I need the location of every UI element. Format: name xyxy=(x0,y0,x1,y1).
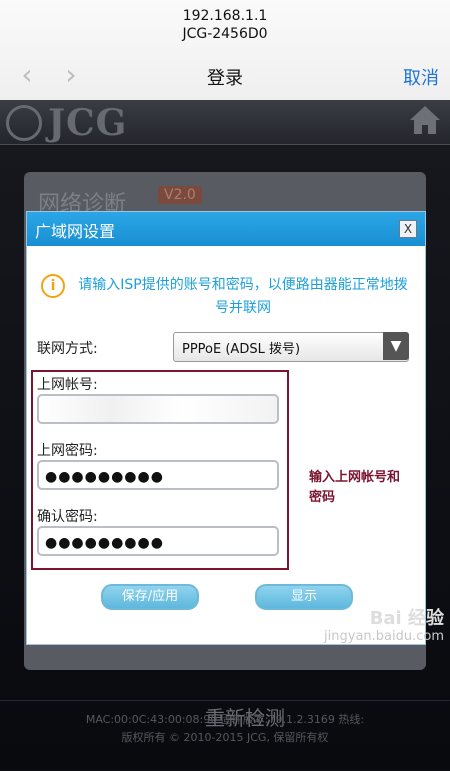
host-address: 192.168.1.1 xyxy=(182,8,268,24)
account-label: 上网帐号: xyxy=(37,377,98,393)
connection-mode-select[interactable]: PPPoE (ADSL 拨号) ▼ xyxy=(173,332,409,362)
browser-topbar: 192.168.1.1 JCG-2456D0 ‹ › 登录 取消 xyxy=(0,0,450,101)
brand-bar: JCG xyxy=(0,100,450,145)
close-icon[interactable]: X xyxy=(399,220,417,238)
dropdown-arrow-icon: ▼ xyxy=(383,332,409,360)
logo-ring-icon xyxy=(6,105,42,141)
connection-mode-value: PPPoE (ADSL 拨号) xyxy=(182,342,301,357)
save-apply-button[interactable]: 保存/应用 xyxy=(101,584,199,610)
footer: MAC:00:0C:43:00:08:90 固件版本:79.1.2.3169 热… xyxy=(0,700,450,771)
wan-settings-dialog: 广域网设置 X i 请输入ISP提供的账号和密码，以便路由器能正常地拨号并联网 … xyxy=(26,211,426,645)
info-message: 请输入ISP提供的账号和密码，以便路由器能正常地拨号并联网 xyxy=(78,277,408,316)
password-input[interactable]: ●●●●●●●●● xyxy=(37,460,279,490)
logo-text: JCG xyxy=(48,102,128,144)
password-label: 上网密码: xyxy=(37,443,98,459)
show-button[interactable]: 显示 xyxy=(255,584,353,610)
account-input[interactable] xyxy=(37,394,279,424)
network-name: JCG-2456D0 xyxy=(182,26,268,42)
watermark-url: jingyan.baidu.com xyxy=(324,629,444,644)
page-title: 登录 xyxy=(207,68,243,89)
baidu-watermark: Bai 经验 jingyan.baidu.com xyxy=(324,610,444,646)
confirm-password-input[interactable]: ●●●●●●●●● xyxy=(37,526,279,556)
cancel-button[interactable]: 取消 xyxy=(403,64,439,90)
jcg-logo: JCG xyxy=(6,102,127,144)
connection-mode-label: 联网方式: xyxy=(37,341,98,357)
dialog-title: 广域网设置 xyxy=(35,222,116,241)
confirm-password-label: 确认密码: xyxy=(37,509,98,525)
version-badge: V2.0 xyxy=(158,186,202,204)
info-icon: i xyxy=(41,274,65,298)
footer-copyright: 版权所有 © 2010-2015 JCG, 保留所有权 xyxy=(121,731,329,744)
footer-mac: MAC:00:0C:43:00:08:90 固件版本:79.1.2.3169 热… xyxy=(85,713,365,726)
annotation-note: 输入上网帐号和密码 xyxy=(309,470,401,505)
watermark-brand: Bai 经验 xyxy=(369,608,444,629)
home-icon[interactable] xyxy=(408,104,442,136)
dialog-header: 广域网设置 X xyxy=(27,212,425,246)
